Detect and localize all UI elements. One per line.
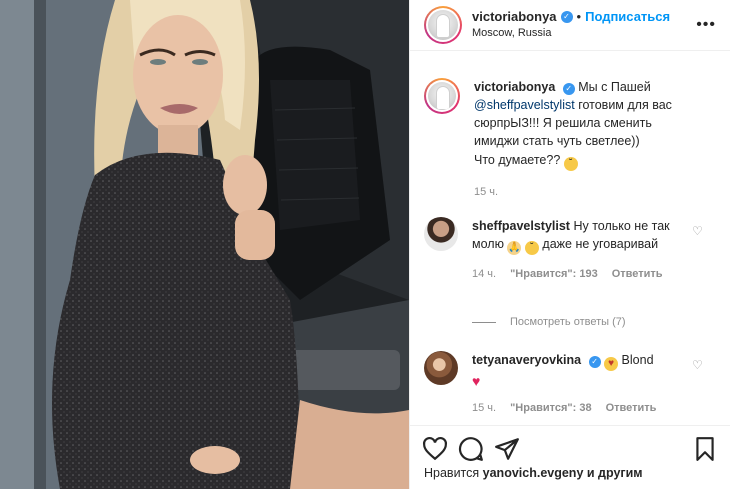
likes-suffix[interactable]: и другим xyxy=(587,466,643,480)
verified-badge-icon: ✓ xyxy=(588,355,601,368)
action-icons xyxy=(410,426,730,464)
follow-button[interactable]: Подписаться xyxy=(585,9,670,25)
comment-likes[interactable]: "Нравится": 38 xyxy=(510,401,591,417)
comment-bubble-icon[interactable] xyxy=(458,436,484,462)
avatar-image xyxy=(428,10,458,40)
comment-time[interactable]: 14 ч. xyxy=(472,267,496,283)
post-actions: Нравится yanovich.evgeny и другим xyxy=(410,425,730,489)
comment-body: sheffpavelstylist Ну только не так молю … xyxy=(472,217,682,283)
heart-eyes-emoji-icon: ♥ xyxy=(604,357,619,371)
laughing-face-emoji-icon: ˘ xyxy=(524,241,539,256)
author-username[interactable]: victoriabonya xyxy=(472,9,557,25)
bookmark-icon[interactable] xyxy=(692,436,718,462)
caption-time[interactable]: 15 ч. xyxy=(474,185,498,201)
caption-avatar[interactable] xyxy=(424,78,460,114)
verified-badge-icon: ✓ xyxy=(560,11,573,24)
post-location[interactable]: Moscow, Russia xyxy=(472,27,670,41)
like-comment-heart-icon[interactable]: ♡ xyxy=(692,224,704,238)
comment-username[interactable]: tetyanaveryovkina xyxy=(472,353,581,367)
avatar-image xyxy=(428,82,456,110)
comments-section: victoriabonya ✓ Мы с Пашей @sheffpavelst… xyxy=(410,52,730,424)
caption-text-before: Мы с Пашей xyxy=(578,80,651,94)
instagram-post: victoriabonya ✓ • Подписаться Moscow, Ru… xyxy=(0,0,730,489)
caption-mention[interactable]: @sheffpavelstylist xyxy=(474,98,575,112)
commenter-avatar[interactable] xyxy=(424,217,458,251)
comment-item: tetyanaveryovkina ✓ ♥ Blond ♥ 15 ч. "Нра… xyxy=(410,351,730,417)
caption-body: victoriabonya ✓ Мы с Пашей @sheffpavelst… xyxy=(474,78,684,200)
likes-prefix: Нравится xyxy=(424,466,480,480)
comment-item: sheffpavelstylist Ну только не так молю … xyxy=(410,217,730,283)
view-replies-button[interactable]: Посмотреть ответы (7) xyxy=(472,316,626,328)
comment-body: tetyanaveryovkina ✓ ♥ Blond ♥ 15 ч. "Нра… xyxy=(472,351,682,417)
worried-face-emoji-icon: ˘ xyxy=(563,156,578,171)
comment-username[interactable]: sheffpavelstylist xyxy=(472,219,570,233)
author-avatar[interactable] xyxy=(424,6,462,44)
verified-badge-icon: ✓ xyxy=(562,82,575,95)
comment-text-part2: даже не уговаривай xyxy=(542,237,659,252)
reply-button[interactable]: Ответить xyxy=(612,267,663,283)
comment-likes[interactable]: "Нравится": 193 xyxy=(510,267,598,283)
likes-summary: Нравится yanovich.evgeny и другим xyxy=(410,466,730,480)
folded-hands-emoji-icon: 🙏 xyxy=(507,241,522,256)
caption-username[interactable]: victoriabonya xyxy=(474,80,555,94)
like-comment-heart-icon[interactable]: ♡ xyxy=(692,358,704,372)
reply-button[interactable]: Ответить xyxy=(606,401,657,417)
separator-dot: • xyxy=(576,9,582,24)
post-side-panel: victoriabonya ✓ • Подписаться Moscow, Ru… xyxy=(409,0,730,489)
caption-question: Что думаете?? xyxy=(474,152,561,167)
like-heart-icon[interactable] xyxy=(422,436,448,462)
red-heart-emoji-icon: ♥ xyxy=(472,373,481,389)
view-replies-label: Посмотреть ответы (7) xyxy=(510,316,626,328)
replies-divider xyxy=(472,321,496,323)
likes-user[interactable]: yanovich.evgeny xyxy=(483,466,584,480)
more-options-icon[interactable]: ••• xyxy=(696,16,716,34)
caption: victoriabonya ✓ Мы с Пашей @sheffpavelst… xyxy=(410,78,730,200)
comment-text: Blond xyxy=(621,353,654,367)
comment-time[interactable]: 15 ч. xyxy=(472,401,496,417)
post-image xyxy=(0,0,409,489)
post-header: victoriabonya ✓ • Подписаться Moscow, Ru… xyxy=(410,0,730,51)
header-text: victoriabonya ✓ • Подписаться Moscow, Ru… xyxy=(472,9,670,41)
share-paper-plane-icon[interactable] xyxy=(494,436,520,462)
commenter-avatar[interactable] xyxy=(424,351,458,385)
post-photo[interactable] xyxy=(0,0,409,489)
